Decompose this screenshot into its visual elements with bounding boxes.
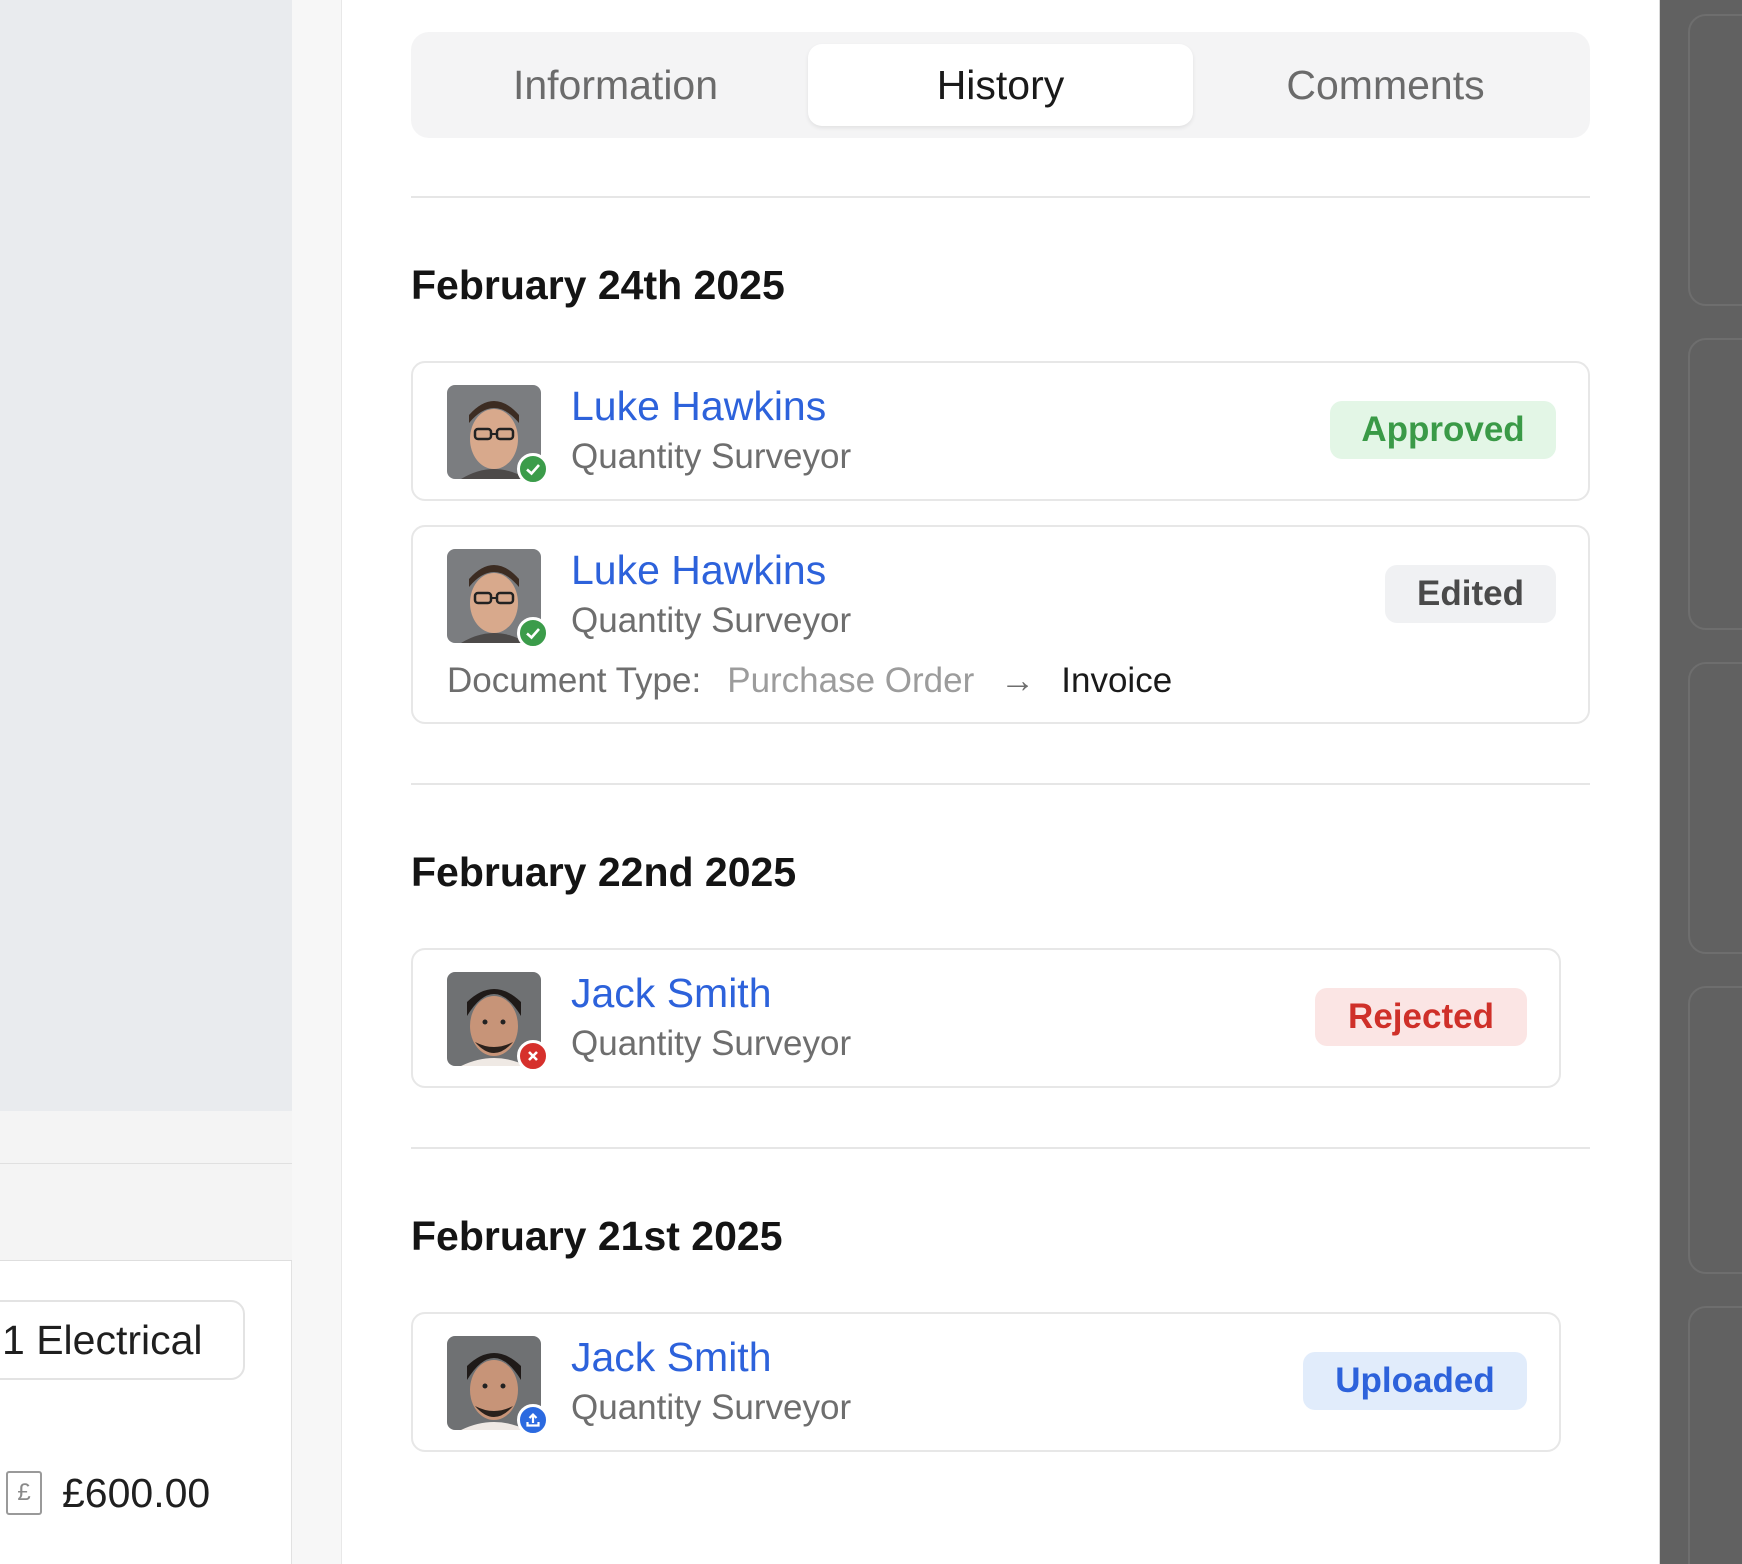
arrow-right-icon: → <box>1000 661 1036 700</box>
background-card <box>1688 338 1742 630</box>
user-name-link[interactable]: Luke Hawkins <box>571 383 826 430</box>
background-band <box>0 1111 292 1164</box>
divider <box>411 783 1590 785</box>
change-field-label: Document Type: <box>447 661 702 700</box>
background-band <box>0 1164 292 1261</box>
divider <box>411 196 1590 198</box>
tab-history[interactable]: History <box>808 44 1193 126</box>
drawer-gutter <box>292 0 342 1564</box>
change-old-value: Purchase Order <box>727 661 975 700</box>
avatar <box>447 1336 549 1436</box>
background-card <box>1688 662 1742 954</box>
check-icon <box>517 453 549 485</box>
cost-code-chip[interactable]: 1 Electrical <box>0 1300 245 1380</box>
status-badge: Uploaded <box>1303 1352 1527 1410</box>
check-icon <box>517 617 549 649</box>
amount-field: £ £600.00 <box>6 1467 210 1519</box>
divider <box>411 1147 1590 1149</box>
user-name-link[interactable]: Jack Smith <box>571 1334 772 1381</box>
user-name-link[interactable]: Luke Hawkins <box>571 547 826 594</box>
avatar <box>447 972 549 1072</box>
status-badge: Rejected <box>1315 988 1527 1046</box>
status-badge: Approved <box>1330 401 1556 459</box>
background-card <box>1688 986 1742 1274</box>
user-role: Quantity Surveyor <box>571 1024 852 1063</box>
history-entry: Luke Hawkins Quantity Surveyor Edited Do… <box>411 525 1590 724</box>
history-date-heading: February 21st 2025 <box>411 1213 783 1259</box>
amount-value: £600.00 <box>62 1469 211 1516</box>
x-icon <box>517 1040 549 1072</box>
background-card <box>1688 14 1742 306</box>
user-role: Quantity Surveyor <box>571 437 852 476</box>
user-role: Quantity Surveyor <box>571 1388 852 1427</box>
avatar <box>447 549 549 649</box>
user-name-link[interactable]: Jack Smith <box>571 970 772 1017</box>
status-badge: Edited <box>1385 565 1556 623</box>
tab-bar: Information History Comments <box>411 32 1590 138</box>
change-new-value: Invoice <box>1061 661 1173 700</box>
history-date-heading: February 24th 2025 <box>411 262 785 308</box>
upload-icon <box>517 1404 549 1436</box>
history-entry: Jack Smith Quantity Surveyor Rejected <box>411 948 1561 1088</box>
history-entry: Luke Hawkins Quantity Surveyor Approved <box>411 361 1590 501</box>
avatar <box>447 385 549 485</box>
history-entry: Jack Smith Quantity Surveyor Uploaded <box>411 1312 1561 1452</box>
background-card <box>1688 1306 1742 1564</box>
user-role: Quantity Surveyor <box>571 601 852 640</box>
tab-information[interactable]: Information <box>423 44 808 126</box>
cost-code-label: 1 Electrical <box>2 1316 203 1363</box>
history-date-heading: February 22nd 2025 <box>411 849 797 895</box>
tab-comments[interactable]: Comments <box>1193 44 1578 126</box>
pound-receipt-icon: £ <box>6 1471 42 1515</box>
background-panel <box>0 0 292 1111</box>
field-change: Document Type: Purchase Order → Invoice <box>447 661 1172 701</box>
